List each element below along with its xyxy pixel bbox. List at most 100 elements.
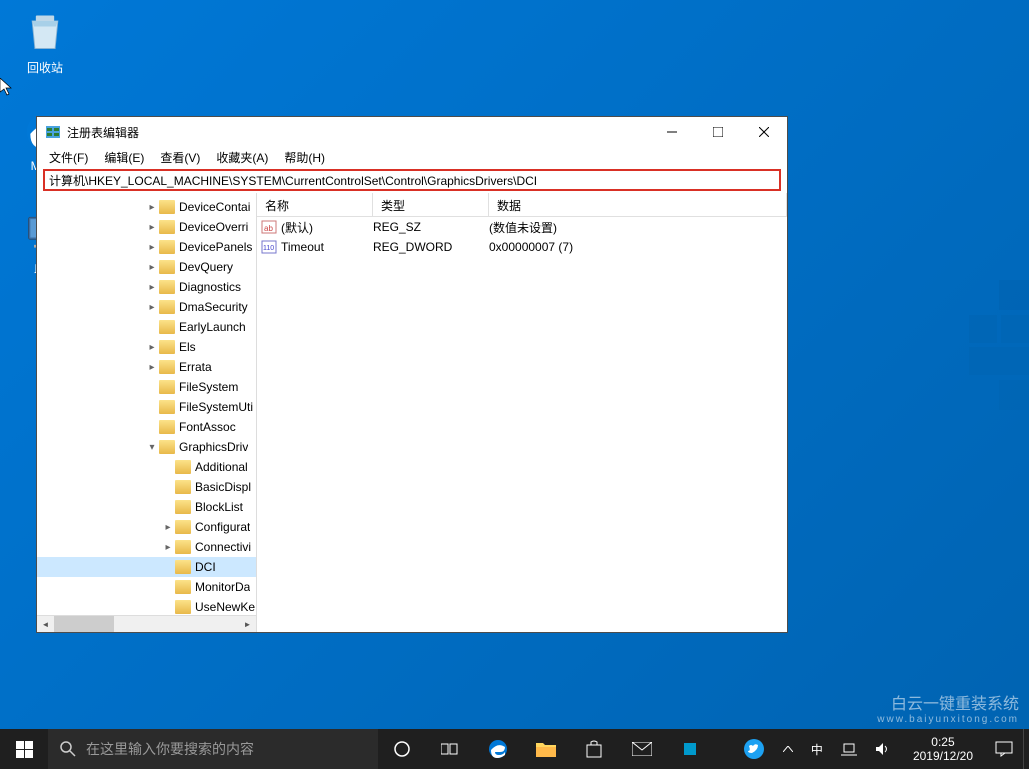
tree-item-graphicsdriv[interactable]: ▾GraphicsDriv bbox=[37, 437, 256, 457]
task-view-icon bbox=[441, 742, 459, 756]
tree-item-additional[interactable]: Additional bbox=[37, 457, 256, 477]
tray-ime[interactable]: 中 bbox=[807, 741, 827, 758]
minimize-button[interactable] bbox=[649, 117, 695, 147]
taskbar-edge[interactable] bbox=[474, 729, 522, 769]
tree-item-deviceoverri[interactable]: ▸ DeviceOverri bbox=[37, 217, 256, 237]
cortana-icon bbox=[393, 740, 411, 758]
tree-item-els[interactable]: ▸Els bbox=[37, 337, 256, 357]
tree-chevron-icon[interactable]: ▸ bbox=[145, 242, 159, 253]
column-data[interactable]: 数据 bbox=[489, 193, 787, 216]
folder-icon bbox=[159, 200, 175, 214]
tree-chevron-icon[interactable]: ▸ bbox=[161, 522, 175, 533]
tree-item-errata[interactable]: ▸Errata bbox=[37, 357, 256, 377]
tree-label: Additional bbox=[195, 460, 248, 474]
tree-item-connectivi[interactable]: ▸Connectivi bbox=[37, 537, 256, 557]
tree-item-filesystemuti[interactable]: FileSystemUti bbox=[37, 397, 256, 417]
tree-item-filesystem[interactable]: FileSystem bbox=[37, 377, 256, 397]
tree-item-diagnostics[interactable]: ▸Diagnostics bbox=[37, 277, 256, 297]
action-center-button[interactable] bbox=[991, 741, 1017, 757]
tree-item-configurat[interactable]: ▸Configurat bbox=[37, 517, 256, 537]
folder-icon bbox=[159, 220, 175, 234]
tree-label: BlockList bbox=[195, 500, 243, 514]
menu-view[interactable]: 查看(V) bbox=[152, 147, 208, 167]
tree-item-earlylaunch[interactable]: EarlyLaunch bbox=[37, 317, 256, 337]
titlebar[interactable]: 注册表编辑器 bbox=[37, 117, 787, 147]
tree-label: DCI bbox=[195, 560, 216, 574]
tree-item-monitorda[interactable]: MonitorDa bbox=[37, 577, 256, 597]
column-name[interactable]: 名称 bbox=[257, 193, 373, 216]
taskbar: 在这里输入你要搜索的内容 中 0:25 bbox=[0, 729, 1029, 769]
search-box[interactable]: 在这里输入你要搜索的内容 bbox=[48, 729, 378, 769]
close-button[interactable] bbox=[741, 117, 787, 147]
tray-twitter[interactable] bbox=[739, 738, 769, 760]
value-name: Timeout bbox=[281, 240, 373, 254]
tray-chevron-up[interactable] bbox=[779, 746, 797, 752]
tree-item-basicdispl[interactable]: BasicDispl bbox=[37, 477, 256, 497]
scroll-left-button[interactable]: ◄ bbox=[37, 616, 54, 632]
task-view-button[interactable] bbox=[426, 729, 474, 769]
tree-item-devicepanels[interactable]: ▸ DevicePanels bbox=[37, 237, 256, 257]
store-icon bbox=[584, 740, 604, 758]
time: 0:25 bbox=[913, 735, 973, 749]
maximize-button[interactable] bbox=[695, 117, 741, 147]
volume-icon bbox=[875, 742, 891, 756]
tree-chevron-icon[interactable]: ▸ bbox=[161, 542, 175, 553]
folder-icon bbox=[175, 560, 191, 574]
value-row[interactable]: 110TimeoutREG_DWORD0x00000007 (7) bbox=[257, 237, 787, 257]
tree-chevron-icon[interactable]: ▸ bbox=[145, 342, 159, 353]
search-icon bbox=[60, 741, 76, 757]
folder-icon bbox=[159, 400, 175, 414]
desktop-icon-recycle-bin[interactable]: 回收站 bbox=[10, 10, 80, 76]
tree-label: MonitorDa bbox=[195, 580, 250, 594]
menu-file[interactable]: 文件(F) bbox=[41, 147, 96, 167]
edge-icon bbox=[487, 738, 509, 760]
tree-item-devicecontai[interactable]: ▸DeviceContai bbox=[37, 197, 256, 217]
watermark-text: 白云一键重装系统 bbox=[877, 690, 1019, 714]
tree-chevron-icon[interactable]: ▸ bbox=[145, 222, 159, 233]
value-data: (数值未设置) bbox=[489, 219, 787, 236]
folder-icon bbox=[175, 580, 191, 594]
folder-icon bbox=[175, 480, 191, 494]
tree-label: DmaSecurity bbox=[179, 300, 248, 314]
tree-item-blocklist[interactable]: BlockList bbox=[37, 497, 256, 517]
column-type[interactable]: 类型 bbox=[373, 193, 489, 216]
menu-help[interactable]: 帮助(H) bbox=[276, 147, 333, 167]
tree-chevron-icon[interactable]: ▾ bbox=[145, 442, 159, 453]
address-bar[interactable]: 计算机\HKEY_LOCAL_MACHINE\SYSTEM\CurrentCon… bbox=[43, 169, 781, 191]
desktop-icon-label: 回收站 bbox=[10, 59, 80, 76]
tree-item-dci[interactable]: DCI bbox=[37, 557, 256, 577]
tree-item-devquery[interactable]: ▸DevQuery bbox=[37, 257, 256, 277]
tree-chevron-icon[interactable]: ▸ bbox=[145, 282, 159, 293]
cortana-button[interactable] bbox=[378, 729, 426, 769]
tree-chevron-icon[interactable]: ▸ bbox=[145, 262, 159, 273]
tree-item-dmasecurity[interactable]: ▸ DmaSecurity bbox=[37, 297, 256, 317]
tree-chevron-icon[interactable]: ▸ bbox=[145, 302, 159, 313]
tray-network[interactable] bbox=[837, 742, 861, 756]
start-button[interactable] bbox=[0, 729, 48, 769]
folder-icon bbox=[159, 300, 175, 314]
tree-chevron-icon[interactable]: ▸ bbox=[145, 202, 159, 213]
tree-label: FileSystemUti bbox=[179, 400, 253, 414]
values-panel: 名称 类型 数据 ab(默认)REG_SZ(数值未设置)110TimeoutRE… bbox=[257, 193, 787, 632]
tree-label: DevicePanels bbox=[179, 240, 252, 254]
value-row[interactable]: ab(默认)REG_SZ(数值未设置) bbox=[257, 217, 787, 237]
tree-label: DeviceOverri bbox=[179, 220, 248, 234]
taskbar-mail[interactable] bbox=[618, 729, 666, 769]
folder-icon bbox=[159, 320, 175, 334]
value-type: REG_DWORD bbox=[373, 240, 489, 254]
taskbar-clock[interactable]: 0:25 2019/12/20 bbox=[905, 735, 981, 764]
taskbar-app[interactable] bbox=[666, 729, 714, 769]
tree-chevron-icon[interactable]: ▸ bbox=[145, 362, 159, 373]
show-desktop-button[interactable] bbox=[1023, 729, 1029, 769]
scroll-right-button[interactable]: ► bbox=[239, 616, 256, 632]
watermark-url: www.baiyunxitong.com bbox=[877, 714, 1019, 725]
tree-scrollbar-horizontal[interactable]: ◄ ► bbox=[37, 615, 256, 632]
taskbar-explorer[interactable] bbox=[522, 729, 570, 769]
tree-item-fontassoc[interactable]: FontAssoc bbox=[37, 417, 256, 437]
tree-item-usenewke[interactable]: UseNewKe bbox=[37, 597, 256, 617]
tray-volume[interactable] bbox=[871, 742, 895, 756]
menu-edit[interactable]: 编辑(E) bbox=[96, 147, 152, 167]
scroll-thumb[interactable] bbox=[54, 616, 114, 632]
menu-favorites[interactable]: 收藏夹(A) bbox=[208, 147, 276, 167]
taskbar-store[interactable] bbox=[570, 729, 618, 769]
